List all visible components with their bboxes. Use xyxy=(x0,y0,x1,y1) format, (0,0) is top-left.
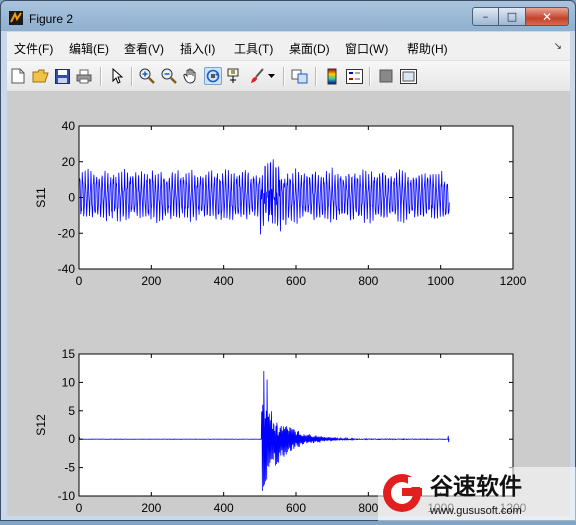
y-axis-label: S12 xyxy=(34,414,48,436)
x-tick-label: 600 xyxy=(286,274,306,288)
matlab-figure-icon xyxy=(9,11,23,25)
y-tick-label: 20 xyxy=(62,155,76,169)
x-tick-label: 400 xyxy=(214,274,234,288)
figure-toolbar xyxy=(7,61,570,92)
data-cursor-icon[interactable] xyxy=(226,67,244,85)
rotate-3d-icon[interactable] xyxy=(204,67,222,85)
open-file-icon[interactable] xyxy=(31,67,49,85)
y-tick-label: -40 xyxy=(58,262,76,276)
x-tick-label: 800 xyxy=(358,274,378,288)
menu-insert[interactable]: 插入(I) xyxy=(180,40,215,57)
close-button[interactable]: ✕ xyxy=(526,7,569,26)
menu-view[interactable]: 查看(V) xyxy=(124,40,164,57)
figure-window: Figure 2 – □ ✕ 文件(F) 编辑(E) 查看(V) 插入(I) 工… xyxy=(0,0,576,521)
hide-plot-tools-icon[interactable] xyxy=(377,67,395,85)
pan-hand-icon[interactable] xyxy=(182,67,200,85)
menu-tools[interactable]: 工具(T) xyxy=(234,40,273,57)
save-icon[interactable] xyxy=(53,67,71,85)
title-bar[interactable]: Figure 2 – □ ✕ xyxy=(1,1,575,32)
colorbar-icon[interactable] xyxy=(323,67,341,85)
menu-bar: 文件(F) 编辑(E) 查看(V) 插入(I) 工具(T) 桌面(D) 窗口(W… xyxy=(7,32,570,61)
y-tick-label: 10 xyxy=(62,375,76,389)
brush-dropdown-icon[interactable] xyxy=(266,67,276,85)
zoom-out-icon[interactable] xyxy=(160,67,178,85)
x-tick-label: 0 xyxy=(76,501,83,515)
y-axis-label: S11 xyxy=(34,187,48,208)
x-tick-label: 0 xyxy=(76,274,83,288)
watermark-url: www.gususoft.com xyxy=(429,505,522,517)
window-title: Figure 2 xyxy=(29,12,74,26)
x-tick-label: 200 xyxy=(141,274,161,288)
menu-edit[interactable]: 编辑(E) xyxy=(69,40,109,57)
menu-help[interactable]: 帮助(H) xyxy=(407,40,448,57)
y-tick-label: 5 xyxy=(68,404,75,418)
menu-overflow-icon[interactable]: ↘ xyxy=(554,41,562,52)
x-tick-label: 800 xyxy=(358,501,378,515)
x-tick-label: 1000 xyxy=(427,274,454,288)
x-tick-label: 400 xyxy=(214,501,234,515)
new-figure-icon[interactable] xyxy=(9,67,27,85)
maximize-button[interactable]: □ xyxy=(499,7,526,26)
print-icon[interactable] xyxy=(75,67,93,85)
watermark-logo: 谷速软件 www.gususoft.com xyxy=(378,467,576,521)
y-tick-label: 0 xyxy=(68,432,75,446)
link-plot-icon[interactable] xyxy=(291,67,309,85)
figure-canvas[interactable]: 0 200 400 600 800 1000 1200 40 20 0 -20 -40 S11 0 200… xyxy=(7,92,570,516)
y-tick-label: -20 xyxy=(58,226,76,240)
minimize-button[interactable]: – xyxy=(472,7,499,26)
y-tick-label: 40 xyxy=(62,119,76,133)
show-plot-tools-icon[interactable] xyxy=(399,67,417,85)
watermark-brand: 谷速软件 xyxy=(430,473,522,499)
zoom-in-icon[interactable] xyxy=(138,67,156,85)
x-tick-label: 600 xyxy=(286,501,306,515)
brush-icon[interactable] xyxy=(248,67,266,85)
pointer-icon[interactable] xyxy=(108,67,126,85)
y-tick-label: 15 xyxy=(62,347,76,361)
y-tick-label: 0 xyxy=(68,191,75,205)
y-tick-label: -10 xyxy=(58,489,76,503)
legend-icon[interactable] xyxy=(345,67,363,85)
axes-s11[interactable]: 0 200 400 600 800 1000 120040200-20-40S11 xyxy=(34,119,527,288)
y-tick-label: -5 xyxy=(64,461,75,475)
menu-desktop[interactable]: 桌面(D) xyxy=(289,40,330,57)
client-area: 文件(F) 编辑(E) 查看(V) 插入(I) 工具(T) 桌面(D) 窗口(W… xyxy=(7,32,570,516)
menu-window[interactable]: 窗口(W) xyxy=(345,40,388,57)
x-tick-label: 200 xyxy=(141,501,161,515)
x-tick-label: 1200 xyxy=(500,274,527,288)
menu-file[interactable]: 文件(F) xyxy=(14,40,53,57)
